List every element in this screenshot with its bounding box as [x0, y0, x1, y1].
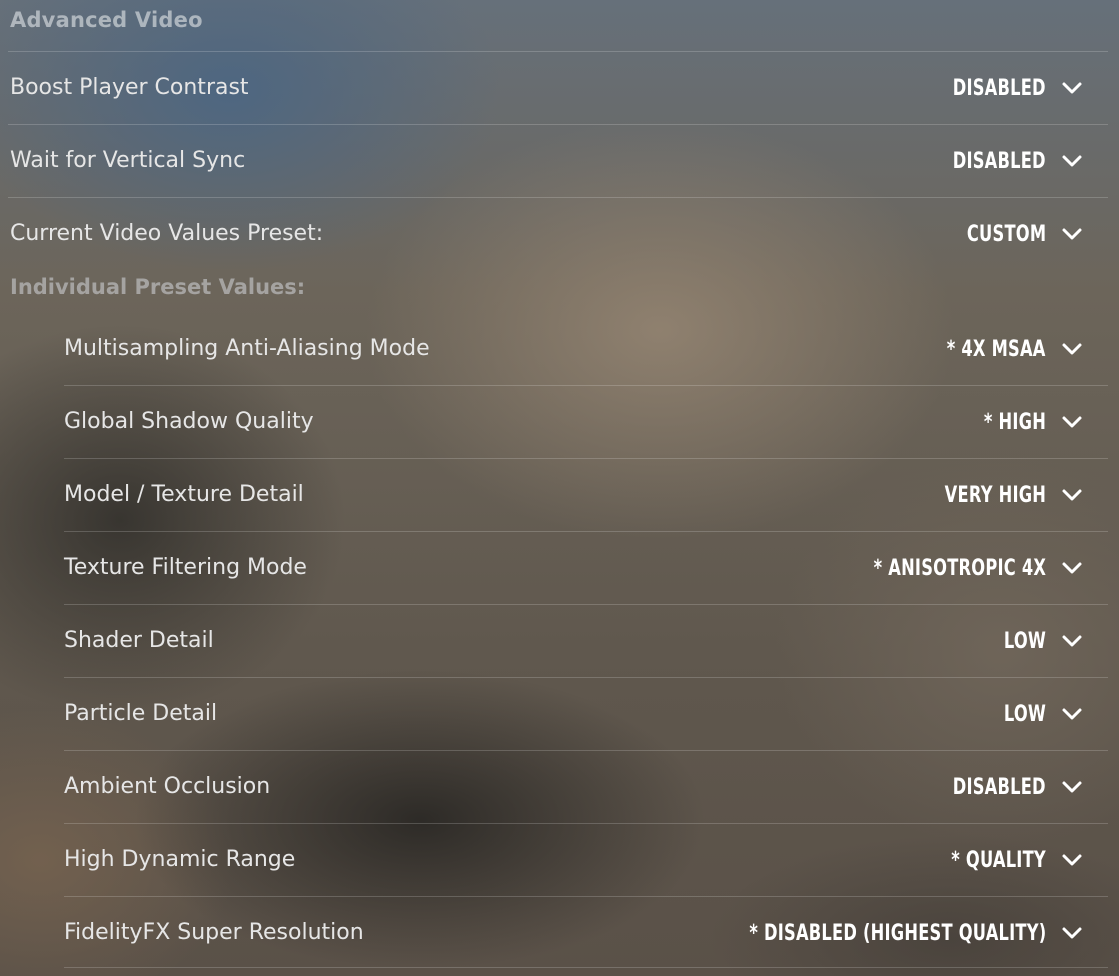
hdr-dropdown[interactable]: * QUALITY	[918, 824, 1084, 896]
setting-label: High Dynamic Range	[64, 847, 296, 872]
dropdown-value: CUSTOM	[966, 221, 1046, 247]
dropdown-value: * ANISOTROPIC 4X	[873, 555, 1046, 581]
dropdown-value: DISABLED	[952, 75, 1046, 101]
chevron-down-icon	[1060, 337, 1084, 361]
chevron-down-icon	[1060, 222, 1084, 246]
fsr-dropdown[interactable]: * DISABLED (HIGHEST QUALITY)	[645, 897, 1084, 969]
chevron-down-icon	[1060, 483, 1084, 507]
chevron-down-icon	[1060, 149, 1084, 173]
setting-row-model-texture-detail: Model / Texture Detail VERY HIGH	[64, 458, 1108, 531]
advanced-video-panel: Advanced Video Boost Player Contrast DIS…	[0, 0, 1119, 976]
setting-label: Texture Filtering Mode	[64, 555, 307, 580]
dropdown-value: DISABLED	[952, 774, 1046, 800]
dropdown-value: * QUALITY	[951, 847, 1046, 873]
setting-label: Multisampling Anti-Aliasing Mode	[64, 336, 430, 361]
setting-label: Current Video Values Preset:	[10, 221, 324, 246]
setting-label: FidelityFX Super Resolution	[64, 920, 364, 945]
video-preset-dropdown[interactable]: CUSTOM	[939, 198, 1084, 270]
dropdown-value: * DISABLED (HIGHEST QUALITY)	[748, 920, 1046, 946]
shadow-quality-dropdown[interactable]: * HIGH	[962, 386, 1084, 458]
setting-label: Boost Player Contrast	[10, 75, 249, 100]
setting-row-video-preset: Current Video Values Preset: CUSTOM	[8, 197, 1108, 270]
setting-label: Model / Texture Detail	[64, 482, 304, 507]
setting-row-texture-filtering-mode: Texture Filtering Mode * ANISOTROPIC 4X	[64, 531, 1108, 604]
setting-row-global-shadow-quality: Global Shadow Quality * HIGH	[64, 385, 1108, 458]
ambient-occlusion-dropdown[interactable]: DISABLED	[920, 751, 1084, 823]
shader-detail-dropdown[interactable]: LOW	[989, 605, 1084, 677]
chevron-down-icon	[1060, 629, 1084, 653]
dropdown-value: LOW	[1003, 701, 1046, 727]
setting-row-ambient-occlusion: Ambient Occlusion DISABLED	[64, 750, 1108, 823]
chevron-down-icon	[1060, 702, 1084, 726]
dropdown-value: VERY HIGH	[944, 482, 1046, 508]
divider	[64, 967, 1108, 968]
dropdown-value: DISABLED	[952, 148, 1046, 174]
chevron-down-icon	[1060, 76, 1084, 100]
setting-row-particle-detail: Particle Detail LOW	[64, 677, 1108, 750]
boost-player-contrast-dropdown[interactable]: DISABLED	[920, 52, 1084, 124]
chevron-down-icon	[1060, 410, 1084, 434]
chevron-down-icon	[1060, 848, 1084, 872]
setting-row-high-dynamic-range: High Dynamic Range * QUALITY	[64, 823, 1108, 896]
texture-filtering-dropdown[interactable]: * ANISOTROPIC 4X	[813, 532, 1084, 604]
setting-row-msaa-mode: Multisampling Anti-Aliasing Mode * 4X MS…	[64, 313, 1108, 386]
preset-values-header: Individual Preset Values:	[10, 275, 306, 299]
setting-label: Shader Detail	[64, 628, 214, 653]
setting-row-fidelityfx-super-resolution: FidelityFX Super Resolution * DISABLED (…	[64, 896, 1108, 967]
section-title: Advanced Video	[10, 8, 203, 32]
dropdown-value: LOW	[1003, 628, 1046, 654]
setting-label: Global Shadow Quality	[64, 409, 314, 434]
setting-label: Wait for Vertical Sync	[10, 148, 246, 173]
setting-label: Particle Detail	[64, 701, 218, 726]
setting-row-wait-for-vertical-sync: Wait for Vertical Sync DISABLED	[8, 124, 1108, 197]
setting-row-shader-detail: Shader Detail LOW	[64, 604, 1108, 677]
setting-row-boost-player-contrast: Boost Player Contrast DISABLED	[8, 51, 1108, 124]
chevron-down-icon	[1060, 775, 1084, 799]
particle-detail-dropdown[interactable]: LOW	[989, 678, 1084, 750]
setting-label: Ambient Occlusion	[64, 774, 271, 799]
chevron-down-icon	[1060, 921, 1084, 945]
chevron-down-icon	[1060, 556, 1084, 580]
texture-detail-dropdown[interactable]: VERY HIGH	[909, 459, 1084, 531]
dropdown-value: * 4X MSAA	[947, 336, 1046, 362]
msaa-mode-dropdown[interactable]: * 4X MSAA	[912, 313, 1084, 385]
vertical-sync-dropdown[interactable]: DISABLED	[920, 125, 1084, 197]
dropdown-value: * HIGH	[983, 409, 1046, 435]
